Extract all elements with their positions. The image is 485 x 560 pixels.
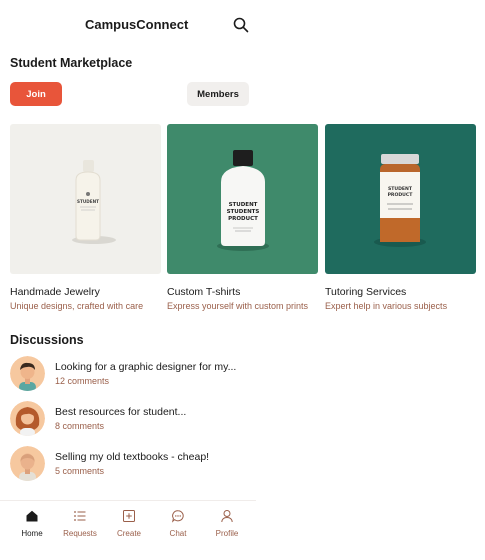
discussion-item[interactable]: Best resources for student... 8 comments	[10, 401, 270, 437]
jar-label-line2: PRODUCT	[388, 192, 414, 198]
bald-man-avatar	[10, 446, 45, 481]
search-icon	[233, 17, 249, 33]
card-title: Tutoring Services	[325, 286, 407, 298]
card-title: Custom T-shirts	[167, 286, 241, 298]
nav-profile[interactable]: Profile	[202, 509, 252, 538]
nav-create[interactable]: Create	[104, 509, 154, 538]
card-subtitle: Expert help in various subjects	[325, 301, 448, 311]
card-subtitle: Unique designs, crafted with care	[10, 301, 144, 311]
section-title-discussions: Discussions	[10, 333, 84, 347]
app-title: CampusConnect	[85, 17, 189, 32]
discussion-comment-count: 8 comments	[55, 421, 105, 431]
bottle-label-line2: STUDENTS	[227, 209, 260, 215]
nav-profile-label: Profile	[215, 529, 239, 538]
nav-chat[interactable]: Chat	[153, 509, 203, 538]
nav-home-label: Home	[21, 529, 43, 538]
nav-chat-label: Chat	[169, 529, 187, 538]
discussion-title: Selling my old textbooks - cheap!	[55, 451, 210, 463]
discussion-item[interactable]: Looking for a graphic designer for my...…	[10, 356, 270, 392]
bottle-label-text: STUDENT	[77, 199, 99, 204]
product-card-jewelry[interactable]: STUDENT Handmade Jewelry Unique designs,…	[10, 124, 161, 311]
nav-requests-label: Requests	[63, 529, 97, 538]
list-icon	[74, 511, 86, 521]
discussion-title: Best resources for student...	[55, 406, 187, 418]
section-title-marketplace: Student Marketplace	[10, 56, 133, 70]
bottom-nav: Home Requests Create Chat Profile	[0, 500, 256, 551]
app-header: CampusConnect	[0, 0, 260, 50]
white-bottle-black-cap-image: STUDENT STUDENTS PRODUCT	[167, 124, 318, 274]
nav-create-label: Create	[116, 529, 141, 538]
white-bottle-product-image: STUDENT	[10, 124, 161, 274]
plus-square-icon	[123, 510, 135, 522]
members-button[interactable]: Members	[187, 82, 249, 106]
chat-icon	[171, 510, 184, 523]
search-button[interactable]	[232, 16, 250, 34]
home-icon	[26, 510, 38, 522]
bottle-label-line1: STUDENT	[229, 202, 258, 208]
jar-label-line1: STUDENT	[388, 186, 413, 192]
card-subtitle: Express yourself with custom prints	[167, 301, 309, 311]
join-button[interactable]: Join	[10, 82, 62, 106]
card-title: Handmade Jewelry	[10, 286, 100, 298]
woman-avatar	[10, 401, 45, 436]
discussion-title: Looking for a graphic designer for my...	[55, 361, 237, 373]
nav-requests[interactable]: Requests	[55, 509, 105, 538]
product-card-tshirts[interactable]: STUDENT STUDENTS PRODUCT Custom T-shirts…	[167, 124, 318, 311]
product-card-tutoring[interactable]: STUDENT PRODUCT Tutoring Services Expert…	[325, 124, 476, 311]
discussion-item[interactable]: Selling my old textbooks - cheap! 5 comm…	[10, 446, 270, 482]
amber-jar-image: STUDENT PRODUCT	[325, 124, 476, 274]
nav-home[interactable]: Home	[7, 509, 57, 538]
bottle-label-line3: PRODUCT	[228, 216, 258, 222]
discussion-comment-count: 12 comments	[55, 376, 110, 386]
user-icon	[221, 510, 233, 523]
discussion-comment-count: 5 comments	[55, 466, 105, 476]
man-avatar	[10, 356, 45, 391]
